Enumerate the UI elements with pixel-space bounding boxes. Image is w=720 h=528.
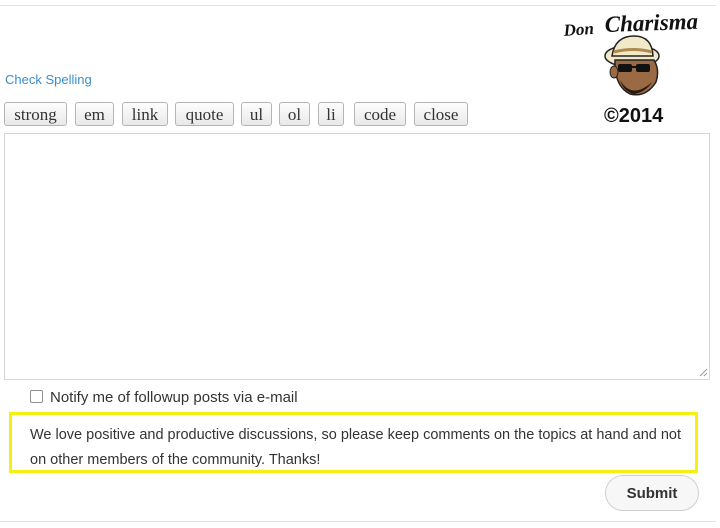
comment-textarea[interactable] xyxy=(4,133,710,380)
quicktag-ol-button[interactable]: ol xyxy=(279,102,310,126)
don-charisma-logo: Don Charisma ©2014 xyxy=(562,9,698,127)
resize-grip-icon[interactable] xyxy=(698,367,708,377)
quicktag-quote-button[interactable]: quote xyxy=(175,102,234,126)
notice-text: We love positive and productive discussi… xyxy=(30,427,682,468)
svg-text:Don: Don xyxy=(562,19,594,40)
notify-checkbox[interactable] xyxy=(30,390,43,403)
quicktag-code-button[interactable]: code xyxy=(354,102,406,126)
bottom-divider xyxy=(0,521,716,522)
quicktag-strong-button[interactable]: strong xyxy=(4,102,67,126)
svg-text:©2014: ©2014 xyxy=(604,105,664,127)
quicktag-close-button[interactable]: close xyxy=(414,102,468,126)
check-spelling-link[interactable]: Check Spelling xyxy=(5,72,92,87)
quicktag-em-button[interactable]: em xyxy=(75,102,114,126)
quicktag-ul-button[interactable]: ul xyxy=(241,102,272,126)
submit-button[interactable]: Submit xyxy=(605,475,699,511)
quicktag-link-button[interactable]: link xyxy=(122,102,168,126)
quicktag-li-button[interactable]: li xyxy=(318,102,344,126)
notify-label: Notify me of followup posts via e-mail xyxy=(50,389,298,406)
community-guidelines-notice: We love positive and productive discussi… xyxy=(9,412,698,473)
svg-text:Charisma: Charisma xyxy=(604,9,698,37)
